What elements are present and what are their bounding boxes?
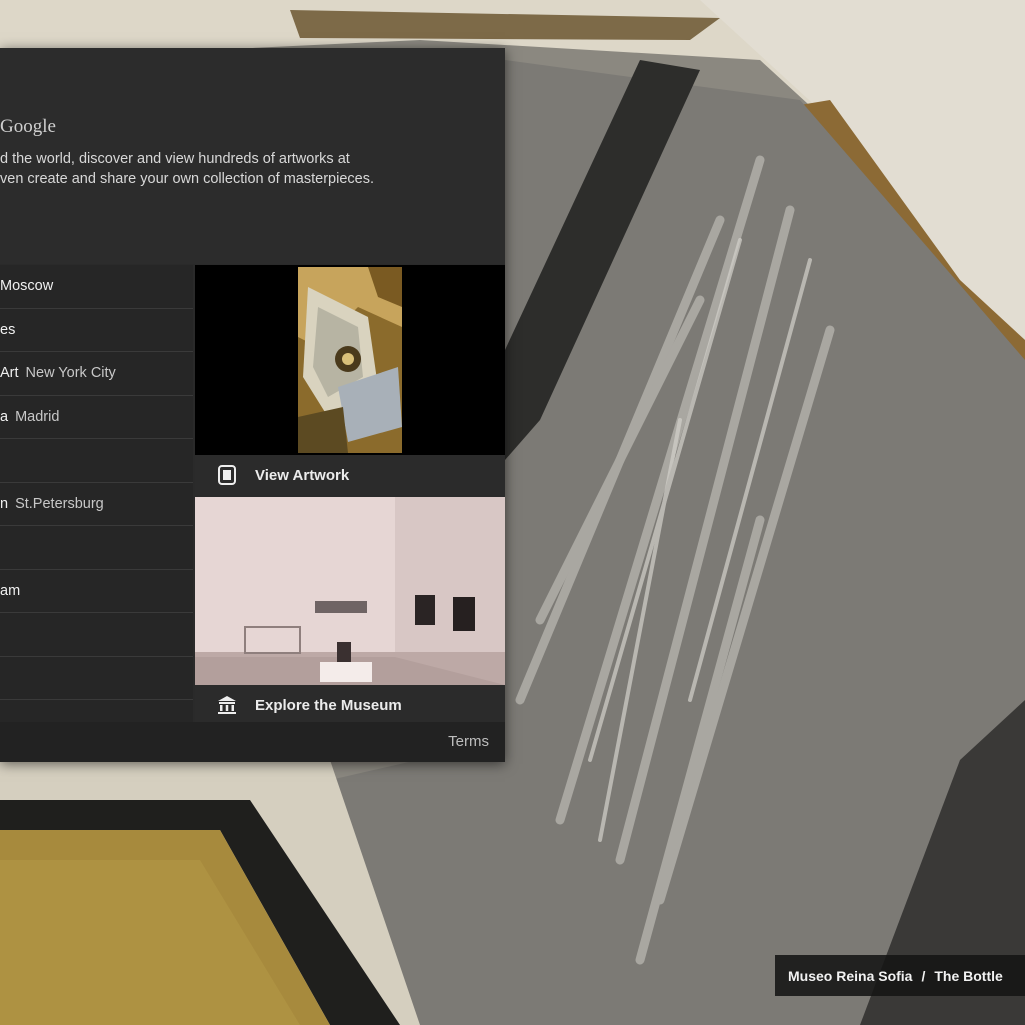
terms-link[interactable]: Terms xyxy=(448,733,489,750)
view-artwork-label: View Artwork xyxy=(255,466,350,484)
list-item[interactable]: Moscow xyxy=(0,265,193,309)
list-item[interactable] xyxy=(0,439,193,483)
caption-museum: Museo Reina Sofia xyxy=(788,967,913,984)
museum-city: Madrid xyxy=(15,408,60,425)
museum-building-icon xyxy=(217,695,237,715)
list-item[interactable]: Art New York City xyxy=(0,352,193,396)
panel-header: Google d the world, discover and view hu… xyxy=(0,48,505,264)
brand-title: Google xyxy=(0,116,56,137)
museum-name: es xyxy=(0,321,16,338)
list-item[interactable]: am xyxy=(0,570,193,613)
explore-museum-button[interactable]: Explore the Museum xyxy=(195,685,505,725)
museum-name: Art xyxy=(0,365,19,382)
list-item[interactable] xyxy=(0,657,193,700)
artwork-thumbnail xyxy=(298,267,402,453)
view-artwork-button[interactable]: View Artwork xyxy=(195,455,505,495)
museum-city: St.Petersburg xyxy=(15,495,104,512)
artwork-caption[interactable]: Museo Reina Sofia / The Bottle xyxy=(775,955,1025,996)
artwork-preview[interactable] xyxy=(195,265,505,455)
panel-footer: Terms xyxy=(0,722,505,762)
explore-museum-label: Explore the Museum xyxy=(255,696,402,714)
museum-name: am xyxy=(0,582,21,599)
museum-name: n xyxy=(0,495,9,512)
list-item[interactable]: es xyxy=(0,309,193,352)
collection-panel: Google d the world, discover and view hu… xyxy=(0,48,505,762)
intro-line-1: d the world, discover and view hundreds … xyxy=(0,151,350,167)
list-item[interactable] xyxy=(0,526,193,570)
museum-preview[interactable] xyxy=(195,497,505,685)
museum-name: Moscow xyxy=(0,278,54,295)
museum-name: a xyxy=(0,408,9,425)
list-item[interactable] xyxy=(0,613,193,657)
intro-line-2: ven create and share your own collection… xyxy=(0,171,374,187)
list-item[interactable]: a Madrid xyxy=(0,396,193,439)
caption-title: The Bottle xyxy=(934,967,1003,984)
list-item[interactable]: n St.Petersburg xyxy=(0,483,193,526)
museum-city: New York City xyxy=(25,365,116,382)
caption-separator: / xyxy=(921,967,926,984)
artwork-frame-icon xyxy=(217,465,237,485)
museum-interior-image xyxy=(195,497,505,685)
intro-text: d the world, discover and view hundreds … xyxy=(0,149,490,189)
museum-list: Moscow es Art New York City a Madrid n St.P… xyxy=(0,265,193,722)
